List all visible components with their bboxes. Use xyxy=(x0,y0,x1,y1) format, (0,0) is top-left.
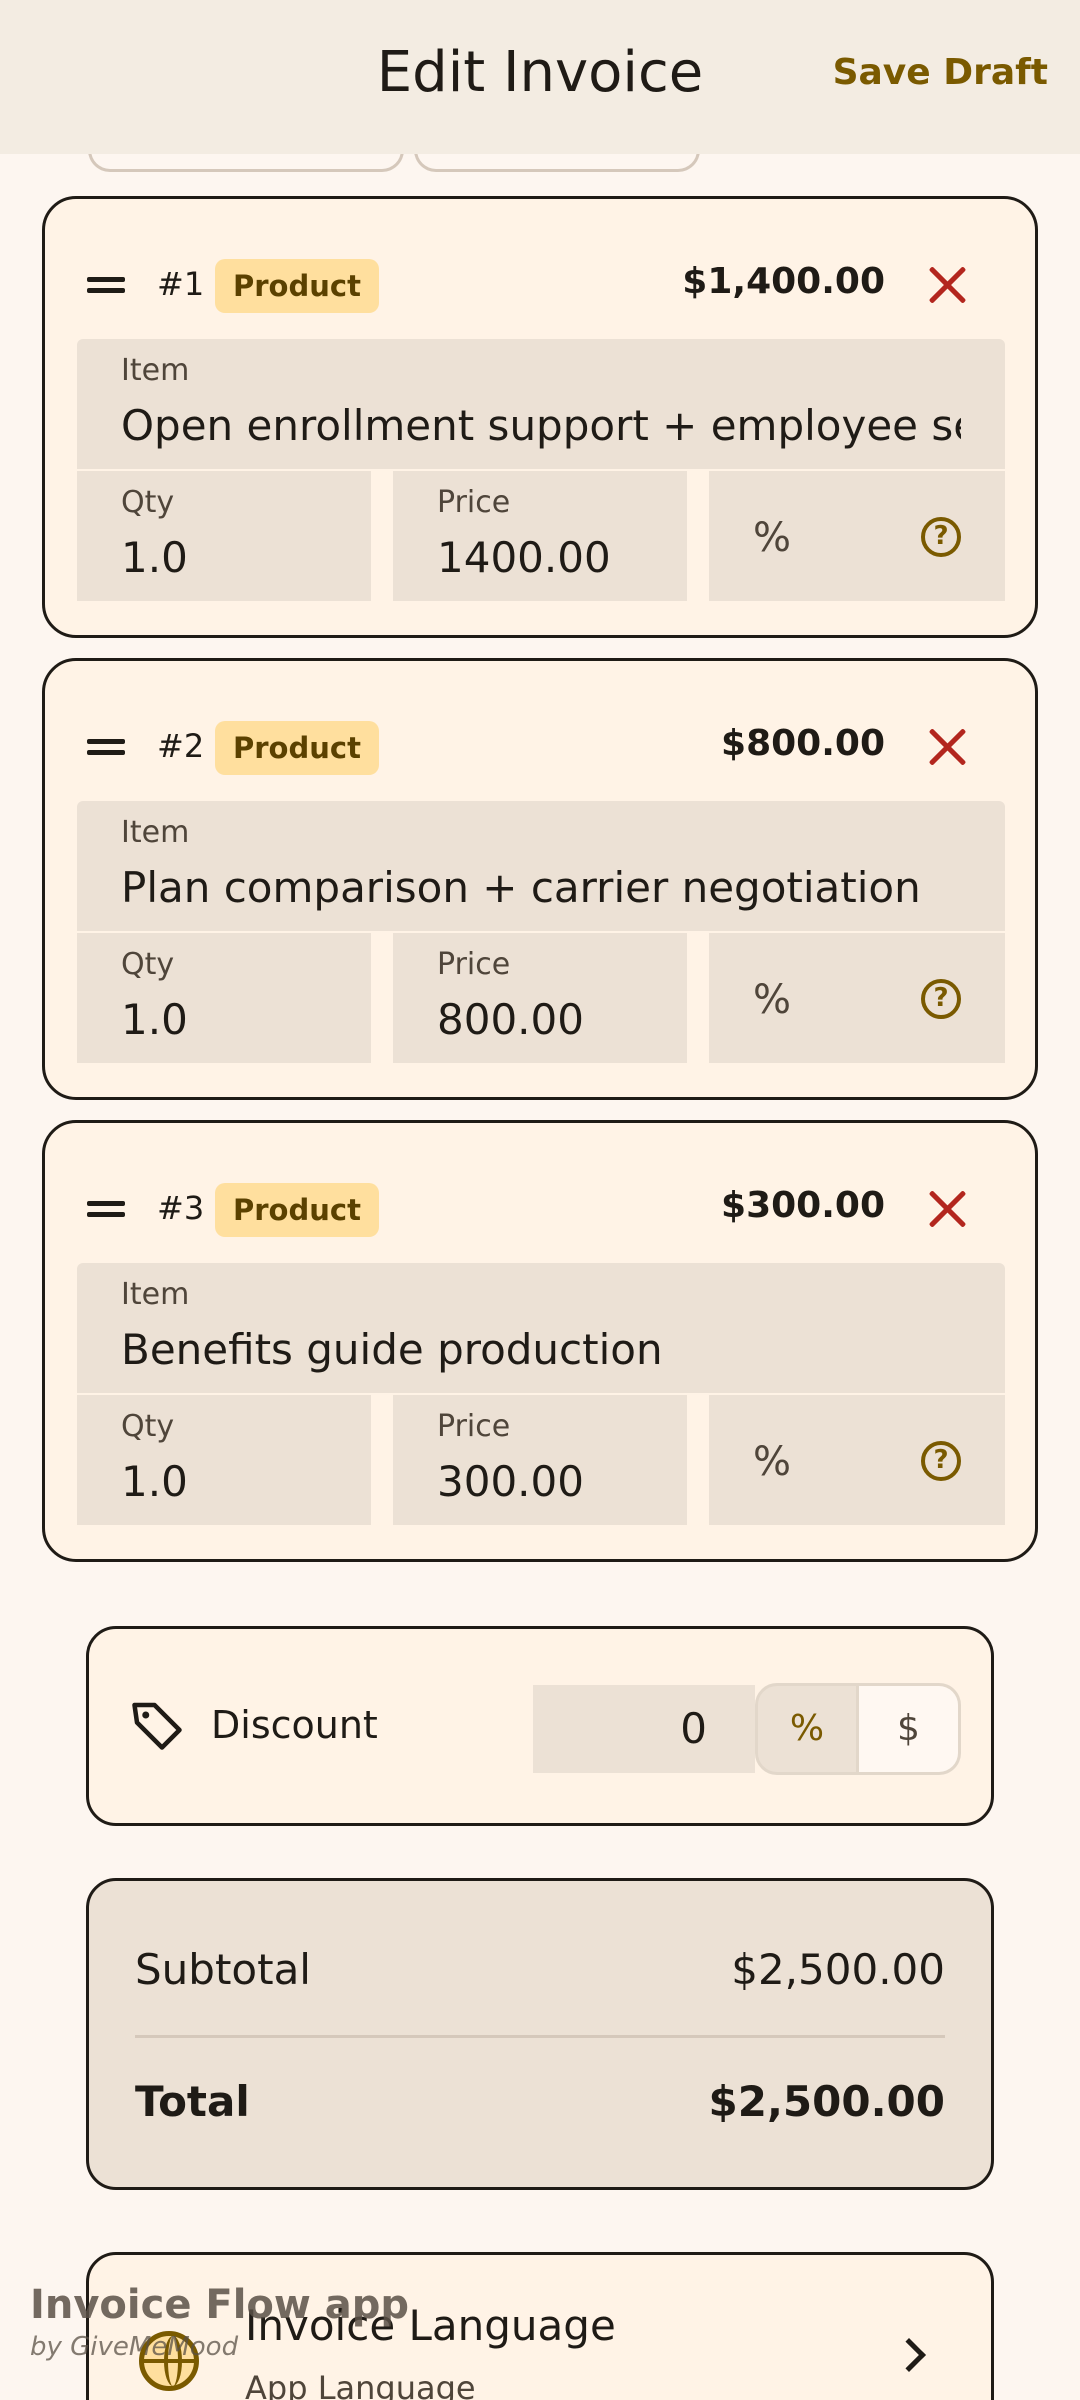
field-value: 300.00 xyxy=(437,1457,584,1506)
tag-icon xyxy=(132,1702,182,1750)
field-value: 1.0 xyxy=(121,533,188,582)
discount-dollar-toggle[interactable]: $ xyxy=(859,1683,961,1775)
price-field[interactable]: Price 800.00 xyxy=(393,933,687,1063)
discount-percent-toggle[interactable]: % xyxy=(755,1683,859,1775)
total-row: Total $2,500.00 xyxy=(135,2077,945,2126)
field-label: Price xyxy=(437,1409,511,1444)
field-label: Qty xyxy=(121,947,175,982)
remove-icon[interactable] xyxy=(927,727,967,767)
field-value: 1.0 xyxy=(121,995,188,1044)
item-description-field[interactable]: Item Plan comparison + carrier negotiati… xyxy=(77,801,1005,931)
field-label: Item xyxy=(121,815,190,850)
field-value: Benefits guide production xyxy=(121,1325,663,1374)
item-number: #2 xyxy=(157,727,205,765)
app-bar: Edit Invoice Save Draft xyxy=(0,0,1080,154)
field-label: Qty xyxy=(121,485,175,520)
item-number: #1 xyxy=(157,265,205,303)
item-number: #3 xyxy=(157,1189,205,1227)
field-value: Plan comparison + carrier negotiation xyxy=(121,863,921,912)
type-badge[interactable]: Product xyxy=(215,259,379,313)
item-description-field[interactable]: Item Open enrollment support + employee … xyxy=(77,339,1005,469)
line-item-card: #1 Product $1,400.00 Item Open enrollmen… xyxy=(42,196,1038,638)
item-amount: $1,400.00 xyxy=(682,261,885,302)
percent-suffix: % xyxy=(753,977,792,1023)
subtotal-row: Subtotal $2,500.00 xyxy=(135,1945,945,1994)
price-field[interactable]: Price 300.00 xyxy=(393,1395,687,1525)
discount-label: Discount xyxy=(211,1703,378,1747)
total-value: $2,500.00 xyxy=(708,2077,945,2126)
field-value: 1400.00 xyxy=(437,533,611,582)
subtotal-label: Subtotal xyxy=(135,1945,311,1994)
watermark: Invoice Flow app by GiveMeMood xyxy=(30,2282,409,2362)
field-value: 1.0 xyxy=(121,1457,188,1506)
qty-field[interactable]: Qty 1.0 xyxy=(77,933,371,1063)
remove-icon[interactable] xyxy=(927,265,967,305)
discount-input[interactable]: 0 xyxy=(533,1685,755,1773)
subtotal-value: $2,500.00 xyxy=(731,1945,945,1994)
percent-suffix: % xyxy=(753,1439,792,1485)
save-draft-button[interactable]: Save Draft xyxy=(833,52,1048,93)
help-icon[interactable]: ? xyxy=(921,1441,961,1481)
field-label: Qty xyxy=(121,1409,175,1444)
remove-icon[interactable] xyxy=(927,1189,967,1229)
totals-card: Subtotal $2,500.00 Total $2,500.00 xyxy=(86,1878,994,2190)
discount-percent-field[interactable]: % ? xyxy=(709,1395,1005,1525)
field-label: Price xyxy=(437,947,511,982)
line-item-card: #2 Product $800.00 Item Plan comparison … xyxy=(42,658,1038,1100)
field-value: 800.00 xyxy=(437,995,584,1044)
item-amount: $800.00 xyxy=(721,723,885,764)
chevron-right-icon xyxy=(892,2338,926,2372)
line-item-card: #3 Product $300.00 Item Benefits guide p… xyxy=(42,1120,1038,1562)
price-field[interactable]: Price 1400.00 xyxy=(393,471,687,601)
watermark-subtitle: by GiveMeMood xyxy=(30,2332,239,2362)
total-label: Total xyxy=(135,2077,250,2126)
help-icon[interactable]: ? xyxy=(921,979,961,1019)
percent-suffix: % xyxy=(753,515,792,561)
item-amount: $300.00 xyxy=(721,1185,885,1226)
qty-field[interactable]: Qty 1.0 xyxy=(77,471,371,601)
item-description-field[interactable]: Item Benefits guide production xyxy=(77,1263,1005,1393)
language-subtitle: App Language xyxy=(245,2369,476,2400)
qty-field[interactable]: Qty 1.0 xyxy=(77,1395,371,1525)
field-label: Item xyxy=(121,1277,190,1312)
field-value: Open enrollment support + employee ses xyxy=(121,401,961,450)
discount-card: Discount 0 % $ xyxy=(86,1626,994,1826)
watermark-title: Invoice Flow app xyxy=(30,2282,410,2328)
type-badge[interactable]: Product xyxy=(215,1183,379,1237)
type-badge[interactable]: Product xyxy=(215,721,379,775)
drag-handle-icon[interactable] xyxy=(87,1201,125,1217)
drag-handle-icon[interactable] xyxy=(87,739,125,755)
help-icon[interactable]: ? xyxy=(921,517,961,557)
discount-percent-field[interactable]: % ? xyxy=(709,471,1005,601)
drag-handle-icon[interactable] xyxy=(87,277,125,293)
field-label: Item xyxy=(121,353,190,388)
discount-percent-field[interactable]: % ? xyxy=(709,933,1005,1063)
divider xyxy=(135,2035,945,2038)
field-label: Price xyxy=(437,485,511,520)
